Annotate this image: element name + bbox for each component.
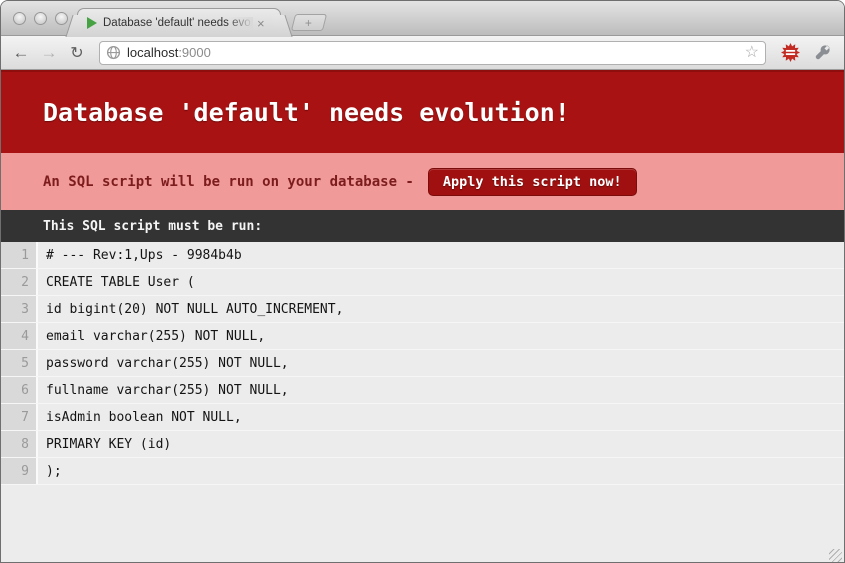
line-code: # --- Rev:1,Ups - 9984b4b: [38, 248, 242, 263]
line-number: 8: [21, 437, 29, 452]
url-host: localhost: [127, 45, 178, 60]
error-header: Database 'default' needs evolution!: [1, 70, 844, 153]
page-title: Database 'default' needs evolution!: [43, 98, 570, 127]
minimize-window-button[interactable]: [34, 12, 47, 25]
line-code: isAdmin boolean NOT NULL,: [38, 410, 242, 425]
script-line-row: 5 password varchar(255) NOT NULL,: [1, 350, 844, 377]
line-code: PRIMARY KEY (id): [38, 437, 171, 452]
line-number-gutter: 4: [1, 323, 38, 349]
back-button[interactable]: ←: [9, 41, 33, 65]
address-bar[interactable]: localhost:9000 ☆: [99, 41, 766, 65]
script-header-bar: This SQL script must be run:: [1, 210, 844, 242]
script-line-row: 1 # --- Rev:1,Ups - 9984b4b: [1, 242, 844, 269]
alert-message: An SQL script will be run on your databa…: [43, 174, 414, 190]
close-window-button[interactable]: [13, 12, 26, 25]
line-code: email varchar(255) NOT NULL,: [38, 329, 265, 344]
plus-icon: +: [305, 17, 312, 29]
extension-badge-icon[interactable]: [779, 42, 801, 64]
line-number-gutter: 5: [1, 350, 38, 376]
titlebar: Database 'default' needs evo × +: [1, 1, 844, 36]
line-code: );: [38, 464, 62, 479]
wrench-menu-icon[interactable]: [811, 42, 833, 64]
window-controls: [13, 12, 68, 25]
script-line-row: 9 );: [1, 458, 844, 485]
evolution-alert-bar: An SQL script will be run on your databa…: [1, 153, 844, 210]
script-line-row: 2 CREATE TABLE User (: [1, 269, 844, 296]
url-port: :9000: [178, 45, 211, 60]
bookmark-star-icon[interactable]: ☆: [745, 45, 759, 61]
line-number-gutter: 3: [1, 296, 38, 322]
browser-tab[interactable]: Database 'default' needs evo ×: [77, 8, 281, 37]
line-code: id bigint(20) NOT NULL AUTO_INCREMENT,: [38, 302, 343, 317]
line-number: 4: [21, 329, 29, 344]
script-line-row: 6 fullname varchar(255) NOT NULL,: [1, 377, 844, 404]
line-number: 7: [21, 410, 29, 425]
line-number-gutter: 2: [1, 269, 38, 295]
page-content: Database 'default' needs evolution! An S…: [1, 70, 844, 563]
script-line-row: 3 id bigint(20) NOT NULL AUTO_INCREMENT,: [1, 296, 844, 323]
line-number-gutter: 8: [1, 431, 38, 457]
line-number: 1: [21, 248, 29, 263]
line-code: fullname varchar(255) NOT NULL,: [38, 383, 289, 398]
tab-close-icon[interactable]: ×: [257, 17, 265, 30]
script-line-row: 8 PRIMARY KEY (id): [1, 431, 844, 458]
line-number-gutter: 1: [1, 242, 38, 268]
window-resize-grip[interactable]: [829, 549, 842, 562]
browser-window: Database 'default' needs evo × + ← → ↻ l…: [0, 0, 845, 563]
line-code: password varchar(255) NOT NULL,: [38, 356, 289, 371]
line-number: 2: [21, 275, 29, 290]
sql-script-listing: 1 # --- Rev:1,Ups - 9984b4b 2 CREATE TAB…: [1, 242, 844, 485]
line-number: 6: [21, 383, 29, 398]
tab-title: Database 'default' needs evo: [103, 17, 253, 29]
line-number: 9: [21, 464, 29, 479]
line-number: 5: [21, 356, 29, 371]
line-number: 3: [21, 302, 29, 317]
reload-button[interactable]: ↻: [65, 41, 89, 65]
script-line-row: 4 email varchar(255) NOT NULL,: [1, 323, 844, 350]
play-framework-favicon: [87, 17, 97, 29]
new-tab-button[interactable]: +: [291, 14, 327, 31]
apply-script-button[interactable]: Apply this script now!: [428, 168, 637, 196]
script-line-row: 7 isAdmin boolean NOT NULL,: [1, 404, 844, 431]
line-number-gutter: 9: [1, 458, 38, 484]
line-number-gutter: 6: [1, 377, 38, 403]
url-text[interactable]: localhost:9000: [127, 45, 745, 60]
script-header-label: This SQL script must be run:: [43, 219, 262, 234]
browser-toolbar: ← → ↻ localhost:9000 ☆: [1, 36, 844, 70]
globe-icon: [106, 45, 121, 60]
tab-title-fade: [227, 17, 253, 29]
line-code: CREATE TABLE User (: [38, 275, 195, 290]
zoom-window-button[interactable]: [55, 12, 68, 25]
line-number-gutter: 7: [1, 404, 38, 430]
forward-button[interactable]: →: [37, 41, 61, 65]
